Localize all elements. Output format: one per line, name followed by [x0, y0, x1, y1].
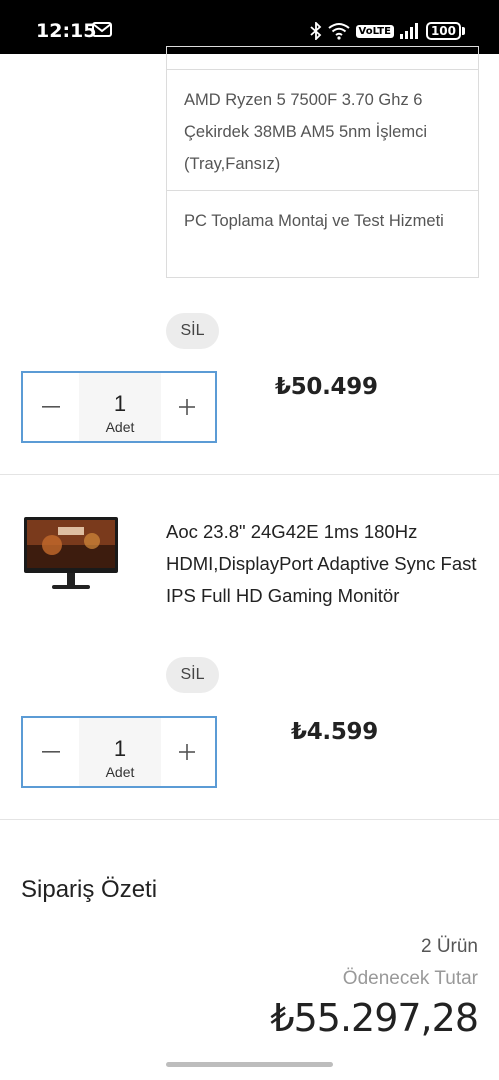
quantity-display[interactable]: 1 Adet: [79, 718, 161, 786]
component-item: PC Toplama Montaj ve Test Hizmeti: [184, 212, 444, 230]
gmail-icon: [92, 22, 112, 37]
item-price: ₺50.499: [275, 374, 378, 400]
decrease-quantity-button[interactable]: [23, 718, 79, 786]
quantity-unit: Adet: [105, 419, 135, 435]
section-divider: [0, 819, 499, 820]
bluetooth-icon: [309, 22, 321, 40]
item-divider: [0, 474, 499, 475]
decrease-quantity-button[interactable]: [23, 373, 79, 441]
quantity-value: 1: [113, 391, 127, 416]
item-price: ₺4.599: [291, 719, 378, 745]
increase-quantity-button[interactable]: [159, 373, 215, 441]
volte-badge: VoLTE: [355, 24, 394, 38]
quantity-display[interactable]: 1 Adet: [79, 373, 161, 441]
increase-quantity-button[interactable]: [159, 718, 215, 786]
home-indicator[interactable]: [166, 1062, 333, 1067]
remove-item-button[interactable]: SİL: [166, 313, 219, 349]
battery-icon: 100: [425, 22, 465, 40]
plus-icon: [179, 399, 195, 415]
minus-icon: [42, 751, 60, 753]
total-amount: ₺55.297,28: [270, 996, 479, 1040]
product-name[interactable]: Aoc 23.8" 24G42E 1ms 180Hz HDMI,DisplayP…: [166, 516, 479, 612]
quantity-unit: Adet: [105, 764, 135, 780]
quantity-stepper: 1 Adet: [21, 371, 217, 443]
monitor-icon[interactable]: [22, 515, 120, 593]
plus-icon: [179, 744, 195, 760]
order-summary-title: Sipariş Özeti: [21, 876, 158, 903]
signal-icon: [399, 23, 418, 39]
status-time: 12:15: [36, 20, 97, 42]
wifi-icon: [327, 23, 350, 40]
battery-level: 100: [425, 22, 461, 40]
component-item: AMD Ryzen 5 7500F 3.70 Ghz 6 Çekirdek 38…: [184, 91, 427, 173]
remove-item-button[interactable]: SİL: [166, 657, 219, 693]
quantity-stepper: 1 Adet: [21, 716, 217, 788]
component-list: AMD Ryzen 5 7500F 3.70 Ghz 6 Çekirdek 38…: [166, 46, 479, 278]
item-count: 2 Ürün: [420, 936, 478, 957]
minus-icon: [42, 406, 60, 408]
quantity-value: 1: [113, 736, 127, 761]
payable-label: Ödenecek Tutar: [342, 968, 478, 989]
